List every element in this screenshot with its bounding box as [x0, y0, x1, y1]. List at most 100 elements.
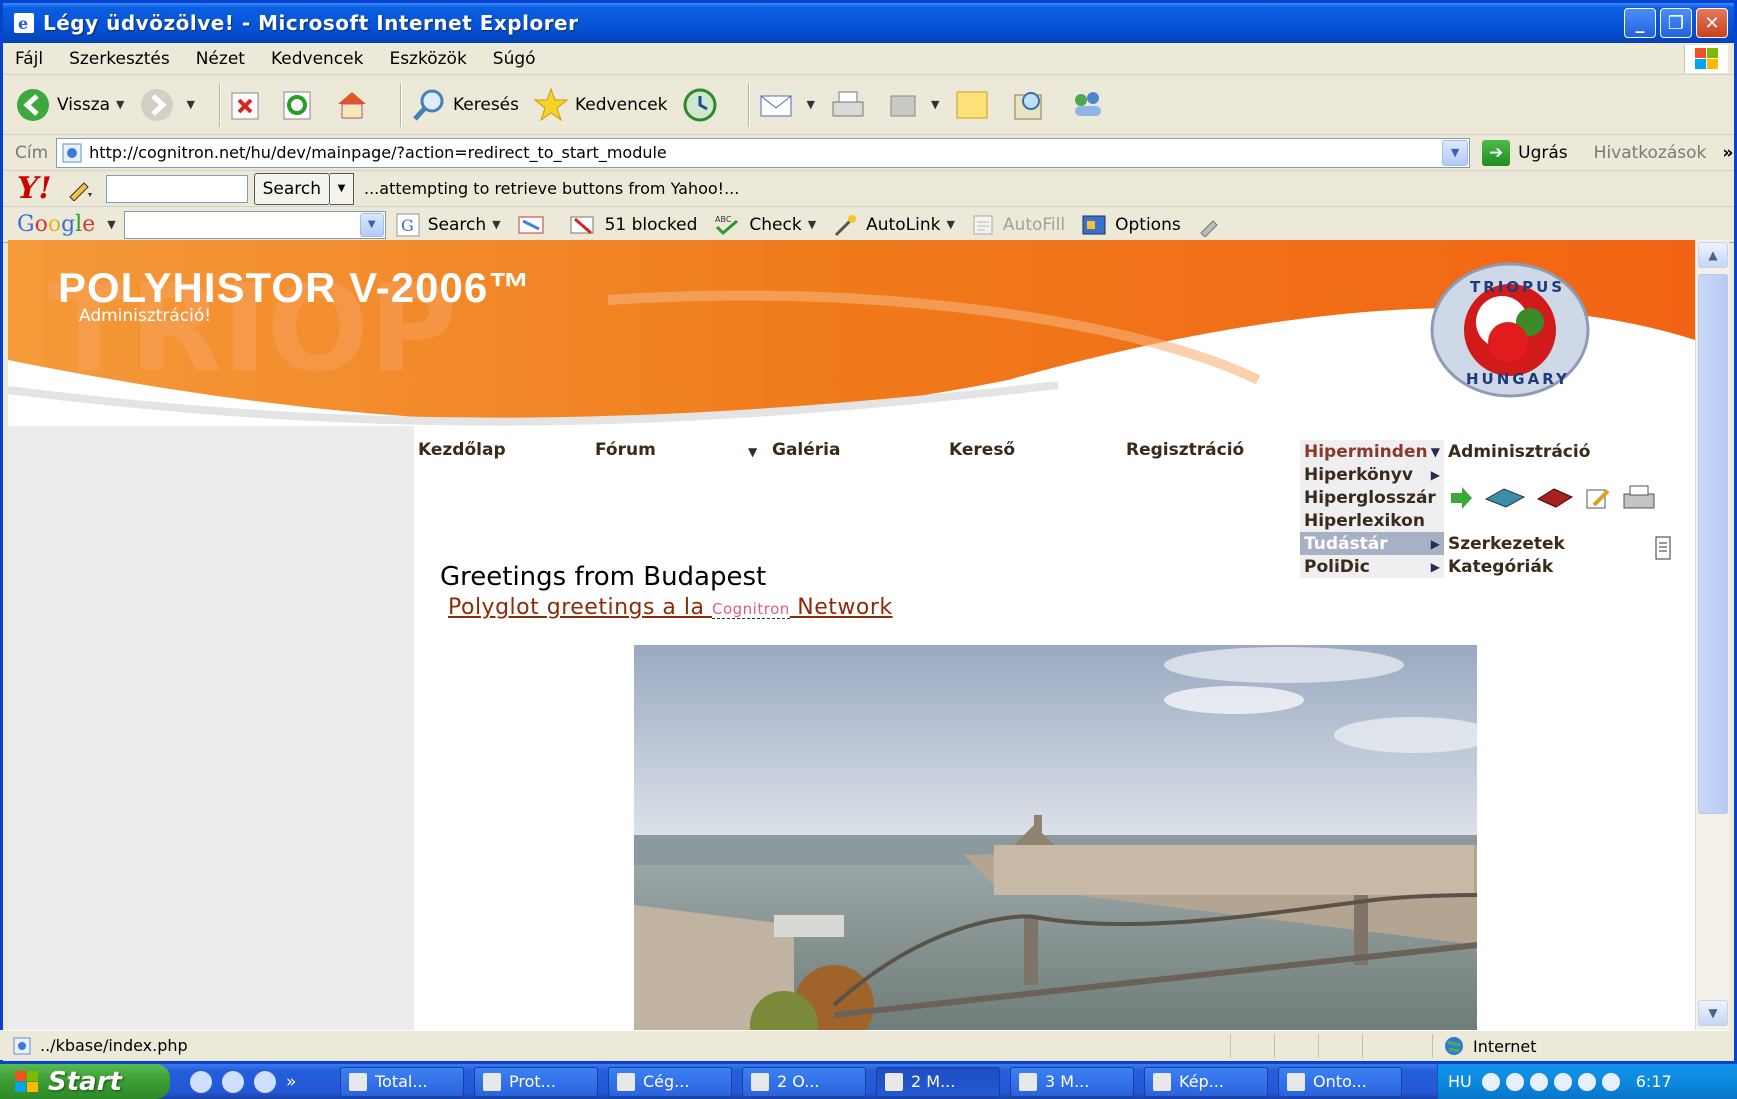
menu-item-hiperminden[interactable]: Hiperminden ▼ — [1300, 440, 1444, 463]
back-dropdown-icon[interactable]: ▼ — [116, 98, 124, 111]
research-button[interactable] — [1011, 87, 1055, 123]
tray-icon-3[interactable] — [1529, 1072, 1548, 1091]
quicklaunch-more-icon[interactable]: » — [286, 1072, 296, 1092]
title-bar: e Légy üdvözölve! - Microsoft Internet E… — [3, 3, 1734, 43]
menu-edit[interactable]: Szerkesztés — [69, 49, 170, 69]
task-total[interactable]: Total... — [340, 1066, 464, 1097]
menu-item-hiperglosszar[interactable]: Hiperglosszár — [1300, 486, 1444, 509]
check-dropdown-icon[interactable]: ▼ — [808, 218, 816, 231]
task-prot[interactable]: Prot... — [474, 1066, 598, 1097]
address-dropdown-icon[interactable]: ▼ — [1442, 139, 1469, 166]
popup-blocker-button[interactable]: 51 blocked — [569, 213, 697, 237]
pagerank-button[interactable] — [517, 213, 553, 237]
close-button[interactable]: ✕ — [1696, 8, 1728, 38]
task-3m[interactable]: 3 M... — [1010, 1066, 1134, 1097]
restore-button[interactable]: ❐ — [1660, 8, 1692, 38]
tray-icon-5[interactable] — [1577, 1072, 1596, 1091]
menu-item-hiperlexikon[interactable]: Hiperlexikon — [1300, 509, 1444, 532]
print-button[interactable] — [829, 88, 873, 122]
vertical-scrollbar[interactable]: ▲ ▼ — [1695, 240, 1729, 1030]
yahoo-search-button[interactable]: Search — [253, 172, 330, 205]
quicklaunch-icon-1[interactable] — [190, 1070, 212, 1093]
menu-item-tudastar[interactable]: Tudástár ▶ — [1300, 532, 1444, 555]
nav-search[interactable]: Kereső — [949, 440, 1015, 460]
menu-tools[interactable]: Eszközök — [389, 49, 466, 69]
links-toolbar[interactable]: Hivatkozások — [1594, 143, 1707, 163]
yahoo-dropdown-icon[interactable]: ▼ — [330, 172, 354, 205]
mail-dropdown-icon[interactable]: ▼ — [807, 98, 815, 111]
messenger-button[interactable] — [1069, 88, 1113, 122]
green-arrow-icon[interactable] — [1448, 485, 1474, 511]
gallery-dropdown-icon[interactable]: ▼ — [748, 445, 757, 459]
edit-button[interactable]: ▼ — [887, 90, 939, 120]
start-button[interactable]: Start — [0, 1064, 170, 1099]
nav-gallery[interactable]: Galéria — [772, 440, 840, 460]
autofill-button[interactable]: AutoFill — [971, 213, 1065, 237]
home-button[interactable] — [334, 88, 376, 122]
back-button[interactable]: Vissza ▼ — [15, 87, 125, 123]
menu-help[interactable]: Súgó — [493, 49, 536, 69]
yahoo-search-input[interactable] — [105, 174, 248, 203]
google-logo[interactable]: Google — [17, 212, 95, 237]
menu-item-hiperkonyv[interactable]: Hiperkönyv ▶ — [1300, 463, 1444, 486]
task-kep[interactable]: Kép... — [1144, 1066, 1268, 1097]
tray-icon-4[interactable] — [1553, 1072, 1572, 1091]
autolink-button[interactable]: AutoLink ▼ — [832, 213, 955, 237]
forward-button[interactable]: ▼ — [139, 87, 195, 123]
options-button[interactable]: Options — [1081, 213, 1181, 237]
menu-item-polidic[interactable]: PoliDic ▶ — [1300, 555, 1444, 578]
task-onto[interactable]: Onto... — [1278, 1066, 1402, 1097]
discuss-button[interactable] — [953, 88, 997, 122]
tray-icon-1[interactable] — [1481, 1072, 1500, 1091]
search-label: Keresés — [452, 94, 519, 115]
links-chevron-icon[interactable]: » — [1722, 143, 1733, 163]
menu-favorites[interactable]: Kedvencek — [271, 49, 364, 69]
search-button[interactable]: Keresés — [411, 87, 519, 123]
submenu-admin[interactable]: Adminisztráció — [1444, 440, 1656, 463]
menu-view[interactable]: Nézet — [196, 49, 245, 69]
stop-button[interactable] — [230, 89, 268, 121]
menu-file[interactable]: Fájl — [15, 49, 43, 69]
forward-dropdown-icon[interactable]: ▼ — [187, 98, 195, 111]
submenu-structures[interactable]: Szerkezetek — [1444, 532, 1656, 555]
tray-icon-2[interactable] — [1505, 1072, 1524, 1091]
refresh-button[interactable] — [282, 89, 320, 121]
scroll-up-icon[interactable]: ▲ — [1698, 242, 1728, 268]
edit-dropdown-icon[interactable]: ▼ — [931, 98, 939, 111]
document-icon[interactable] — [1654, 533, 1672, 561]
favorites-button[interactable]: Kedvencek — [533, 87, 668, 123]
nav-registration[interactable]: Regisztráció — [1126, 440, 1244, 460]
google-search-input[interactable]: ▼ — [123, 210, 386, 239]
quicklaunch-ie-icon[interactable] — [222, 1070, 244, 1093]
book-icon[interactable] — [1484, 485, 1526, 511]
language-indicator[interactable]: HU — [1448, 1072, 1472, 1091]
tray-icon-6[interactable] — [1601, 1072, 1620, 1091]
mail-button[interactable]: ▼ — [759, 90, 815, 120]
autolink-dropdown-icon[interactable]: ▼ — [946, 218, 954, 231]
submenu-categories[interactable]: Kategóriák — [1444, 555, 1656, 578]
nav-forum[interactable]: Fórum — [595, 440, 656, 460]
scroll-thumb[interactable] — [1698, 274, 1728, 814]
polyglot-link[interactable]: Polyglot greetings a la Cognitron Networ… — [448, 595, 893, 620]
printer-icon[interactable] — [1622, 484, 1656, 512]
spellcheck-button[interactable]: ABC Check ▼ — [713, 213, 816, 237]
scroll-down-icon[interactable]: ▼ — [1698, 1000, 1728, 1026]
pencil-icon[interactable] — [66, 177, 96, 201]
minimize-button[interactable]: _ — [1624, 8, 1656, 38]
google-search-dropdown-icon[interactable]: ▼ — [492, 218, 500, 231]
address-input[interactable]: http://cognitron.net/hu/dev/mainpage/?ac… — [56, 137, 1471, 168]
google-input-dropdown-icon[interactable]: ▼ — [359, 212, 384, 237]
task-ceg[interactable]: Cég... — [608, 1066, 732, 1097]
task-2m[interactable]: 2 M... — [876, 1066, 1000, 1097]
red-book-icon[interactable] — [1536, 485, 1574, 511]
edit-note-icon[interactable] — [1584, 485, 1612, 511]
history-button[interactable] — [682, 87, 724, 123]
google-search-button[interactable]: G Search ▼ — [396, 213, 501, 237]
yahoo-logo[interactable]: Y! — [17, 171, 52, 206]
nav-home[interactable]: Kezdőlap — [418, 440, 506, 460]
highlighter-icon[interactable] — [1197, 213, 1223, 237]
go-button[interactable]: ➔ Ugrás — [1482, 139, 1568, 166]
google-menu-dropdown-icon[interactable]: ▼ — [107, 218, 115, 231]
quicklaunch-icon-3[interactable] — [254, 1070, 276, 1093]
task-2o[interactable]: 2 O... — [742, 1066, 866, 1097]
